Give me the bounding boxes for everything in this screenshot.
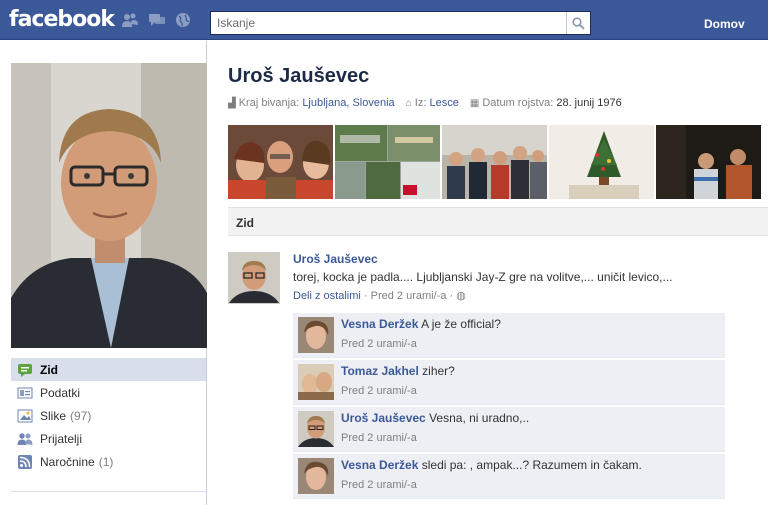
hometown-link[interactable]: Lesce	[429, 97, 458, 109]
author-avatar[interactable]	[228, 252, 280, 304]
sidebar-item-label: Naročnine	[40, 454, 95, 469]
commenter-avatar[interactable]	[298, 411, 334, 447]
sidebar-item-label: Prijatelji	[40, 431, 83, 446]
rss-icon	[17, 454, 33, 470]
birthday-info: ▦ Datum rojstva: 28. junij 1976	[470, 97, 622, 109]
profile-picture[interactable]	[11, 63, 207, 348]
photo-thumbnail[interactable]	[656, 125, 761, 199]
share-link[interactable]: Deli z ostalimi	[293, 290, 361, 302]
recent-photos-strip	[228, 125, 768, 199]
photos-count: (97)	[70, 408, 92, 423]
comment-item: Vesna Deržek A je že official? Pred 2 ur…	[293, 313, 725, 358]
search-button[interactable]	[566, 12, 590, 34]
sidebar-item-wall[interactable]: Zid	[11, 358, 206, 381]
comment-time: Pred 2 urami/-a	[341, 338, 417, 350]
post-meta: Deli z ostalimi · Pred 2 urami/-a · ◍	[293, 289, 763, 302]
comment-content: Vesna Deržek sledi pa: , ampak...? Razum…	[341, 458, 642, 472]
comment-text: Vesna, ni uradno,..	[429, 411, 530, 425]
commenter-avatar[interactable]	[298, 458, 334, 494]
comment-item: Uroš Jauševec Vesna, ni uradno,.. Pred 2…	[293, 407, 725, 452]
residence-info: ▟ Kraj bivanja: Ljubljana, Slovenia	[228, 97, 398, 109]
sidebar-item-label: Podatki	[40, 385, 81, 400]
comment-time: Pred 2 urami/-a	[341, 432, 417, 444]
comment-time: Pred 2 urami/-a	[341, 479, 417, 491]
commenter-name[interactable]: Vesna Deržek	[341, 317, 418, 331]
residence-label: Kraj bivanja:	[238, 97, 300, 109]
sidebar-item-photos[interactable]: Slike (97)	[11, 404, 206, 427]
facebook-logo[interactable]: facebook	[9, 7, 115, 32]
divider	[11, 491, 206, 492]
left-column: Zid Podatki Slike (97) Prijatelji Naročn…	[0, 41, 207, 505]
home-link[interactable]: Domov	[704, 17, 745, 31]
wall-tab-header: Zid	[228, 207, 768, 236]
comment-item: Tomaz Jakhel ziher? Pred 2 urami/-a	[293, 360, 725, 405]
commenter-name[interactable]: Uroš Jauševec	[341, 411, 426, 425]
post-text: torej, kocka je padla.... Ljubljanski Ja…	[293, 270, 673, 284]
sidebar-item-info[interactable]: Podatki	[11, 381, 206, 404]
sidebar-item-label: Slike	[40, 408, 67, 423]
commenter-avatar[interactable]	[298, 317, 334, 353]
comment-text: A je že official?	[421, 317, 501, 331]
commenter-avatar[interactable]	[298, 364, 334, 400]
comment-text: sledi pa: , ampak...? Razumem in čakam.	[421, 458, 642, 472]
residence-link[interactable]: Ljubljana, Slovenia	[302, 97, 394, 109]
comment-time: Pred 2 urami/-a	[341, 385, 417, 397]
house-icon: ⌂	[405, 98, 412, 109]
sidebar-item-label: Zid	[40, 362, 58, 377]
post-body: Uroš Jauševec torej, kocka je padla.... …	[293, 252, 763, 302]
home-building-icon: ▟	[228, 98, 236, 109]
calendar-icon: ▦	[469, 98, 480, 109]
profile-info-line: ▟ Kraj bivanja: Ljubljana, Slovenia ⌂ Iz: …	[228, 97, 630, 109]
search-box	[210, 11, 591, 35]
sidebar-item-subscriptions[interactable]: Naročnine (1)	[11, 450, 206, 473]
profile-name: Uroš Jauševec	[228, 65, 370, 87]
privacy-globe-icon: ◍	[456, 290, 466, 302]
search-input[interactable]	[211, 12, 567, 34]
subscriptions-count: (1)	[98, 454, 114, 469]
photo-thumbnail[interactable]	[335, 125, 440, 199]
post-author-link[interactable]: Uroš Jauševec	[293, 252, 763, 266]
post-time: · Pred 2 urami/-a ·	[363, 290, 454, 302]
comment-content: Tomaz Jakhel ziher?	[341, 364, 455, 378]
comment-list: Vesna Deržek A je že official? Pred 2 ur…	[293, 313, 725, 501]
sidebar-item-friends[interactable]: Prijatelji	[11, 427, 206, 450]
top-bar: facebook Domov	[0, 0, 768, 40]
info-icon	[17, 385, 33, 401]
notifications-globe-icon[interactable]	[174, 12, 192, 28]
commenter-name[interactable]: Tomaz Jakhel	[341, 364, 419, 378]
comment-text: ziher?	[422, 364, 455, 378]
photo-thumbnail[interactable]	[442, 125, 547, 199]
comment-item: Vesna Deržek sledi pa: , ampak...? Razum…	[293, 454, 725, 499]
photo-thumbnail[interactable]	[228, 125, 333, 199]
profile-navigation: Zid Podatki Slike (97) Prijatelji Naročn…	[11, 358, 206, 473]
birthday-value: 28. junij 1976	[556, 97, 622, 109]
messages-icon[interactable]	[148, 12, 166, 28]
commenter-name[interactable]: Vesna Deržek	[341, 458, 418, 472]
main-content: Uroš Jauševec ▟ Kraj bivanja: Ljubljana, …	[208, 41, 768, 505]
comment-content: Vesna Deržek A je že official?	[341, 317, 501, 331]
friend-requests-icon[interactable]	[121, 12, 139, 28]
search-icon	[572, 16, 585, 30]
photos-icon	[17, 408, 33, 424]
wall-icon	[17, 362, 33, 378]
comment-content: Uroš Jauševec Vesna, ni uradno,..	[341, 411, 529, 425]
hometown-info: ⌂ Iz: Lesce	[406, 97, 462, 109]
photo-thumbnail[interactable]	[549, 125, 654, 199]
friends-icon	[17, 431, 33, 447]
birthday-label: Datum rojstva:	[482, 97, 554, 109]
hometown-label: Iz:	[414, 97, 427, 109]
